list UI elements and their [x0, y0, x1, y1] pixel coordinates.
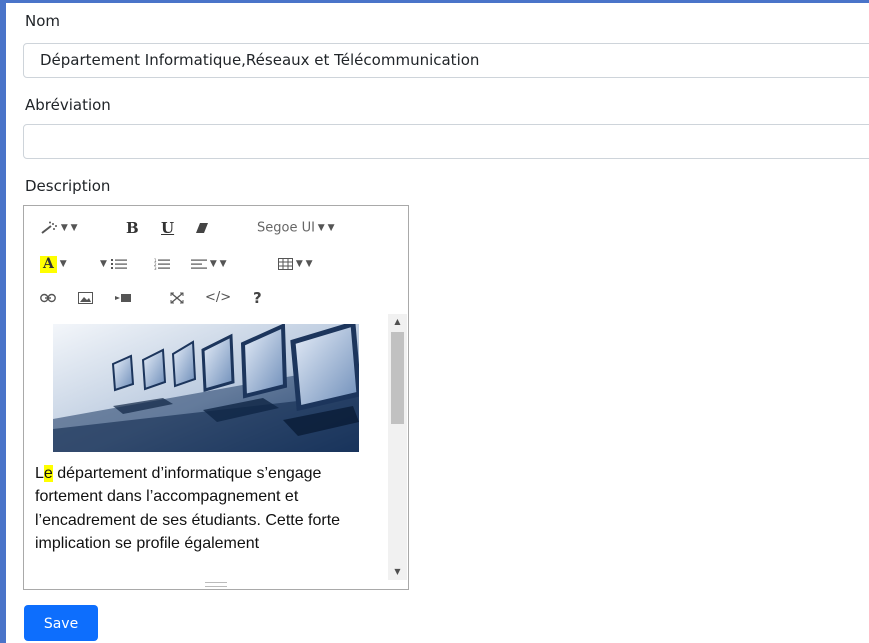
magic-wand-icon [41, 221, 57, 234]
toolbar-row-2: A ▼ ▼ 1 2 3 ▼ ▼ ▼ ▼ [24, 246, 408, 282]
style-button[interactable]: ▼ ▼ [40, 218, 78, 238]
help-icon: ? [253, 289, 262, 307]
chevron-down-icon: ▼ [314, 223, 325, 233]
chevron-down-icon: ▼ [100, 259, 107, 269]
chevron-down-icon: ▼ [67, 223, 78, 233]
chevron-down-icon: ▼ [58, 223, 68, 233]
unordered-list-icon [111, 259, 128, 269]
abreviation-input[interactable] [23, 124, 869, 159]
chevron-down-icon: ▼ [324, 223, 335, 233]
window-frame-top [0, 0, 869, 3]
code-view-button[interactable]: </> [205, 288, 231, 308]
paragraph-align-icon [191, 259, 207, 269]
fullscreen-icon [170, 292, 184, 304]
editor-content-area[interactable]: Le département d’informatique s’engage f… [25, 314, 387, 580]
video-icon [115, 294, 131, 302]
font-color-button[interactable]: A ▼ [40, 254, 67, 274]
description-text: Le département d’informatique s’engage f… [35, 462, 385, 555]
underline-icon: U [161, 219, 175, 237]
scrollbar-thumb[interactable] [391, 332, 404, 424]
unordered-list-button[interactable]: ▼ [100, 254, 128, 274]
toolbar-row-3: </> ? [24, 280, 408, 316]
toolbar-row-1: ▼ ▼ B U Segoe UI ▼ ▼ [24, 210, 408, 246]
picture-icon [78, 292, 93, 304]
ordered-list-button[interactable]: 1 2 3 [154, 254, 170, 274]
editor-toolbar: ▼ ▼ B U Segoe UI ▼ ▼ A ▼ ▼ 1 2 3 ▼ ▼ ▼ ▼… [24, 206, 408, 314]
computer-lab-image [53, 324, 359, 452]
nom-label: Nom [25, 12, 61, 30]
nom-input[interactable]: Département Informatique,Réseaux et Télé… [23, 43, 869, 78]
bold-icon: B [126, 219, 139, 237]
font-color-icon: A [40, 256, 57, 273]
table-icon [278, 258, 293, 270]
description-label: Description [25, 177, 111, 195]
eraser-icon [196, 223, 208, 233]
editor-scrollbar[interactable]: ▲ ▼ [388, 314, 407, 580]
code-view-icon: </> [205, 290, 232, 305]
ordered-list-icon: 1 2 3 [154, 258, 170, 271]
picture-button[interactable] [78, 288, 93, 308]
font-name-dropdown[interactable]: Segoe UI ▼ ▼ [257, 218, 335, 238]
resize-grip-icon [205, 582, 227, 587]
chevron-down-icon: ▼ [56, 259, 67, 269]
chevron-down-icon: ▼ [207, 259, 217, 269]
video-button[interactable] [115, 288, 131, 308]
rich-text-editor: ▼ ▼ B U Segoe UI ▼ ▼ A ▼ ▼ 1 2 3 ▼ ▼ ▼ ▼… [23, 205, 409, 590]
link-button[interactable] [40, 288, 56, 308]
font-name-label: Segoe UI [257, 220, 315, 236]
first-letter: L [35, 465, 44, 482]
bold-button[interactable]: B [126, 218, 139, 238]
chevron-down-icon: ▼ [293, 259, 303, 269]
description-body: département d’informatique s’engage fort… [35, 465, 341, 552]
editor-resize-handle[interactable] [24, 580, 408, 589]
chevron-down-icon: ▼ [302, 259, 313, 269]
window-frame-left [0, 0, 6, 643]
eraser-button[interactable] [195, 218, 209, 238]
highlighted-letter: e [43, 465, 53, 482]
fullscreen-button[interactable] [170, 288, 184, 308]
paragraph-align-button[interactable]: ▼ ▼ [191, 254, 227, 274]
table-button[interactable]: ▼ ▼ [278, 254, 313, 274]
chevron-down-icon: ▼ [216, 259, 227, 269]
scroll-up-arrow-icon[interactable]: ▲ [388, 314, 407, 330]
save-button[interactable]: Save [24, 605, 98, 641]
scroll-down-arrow-icon[interactable]: ▼ [388, 564, 407, 580]
help-button[interactable]: ? [253, 288, 262, 308]
underline-button[interactable]: U [161, 218, 174, 238]
svg-text:3: 3 [154, 266, 157, 270]
abreviation-label: Abréviation [25, 96, 111, 114]
link-icon [40, 293, 56, 303]
